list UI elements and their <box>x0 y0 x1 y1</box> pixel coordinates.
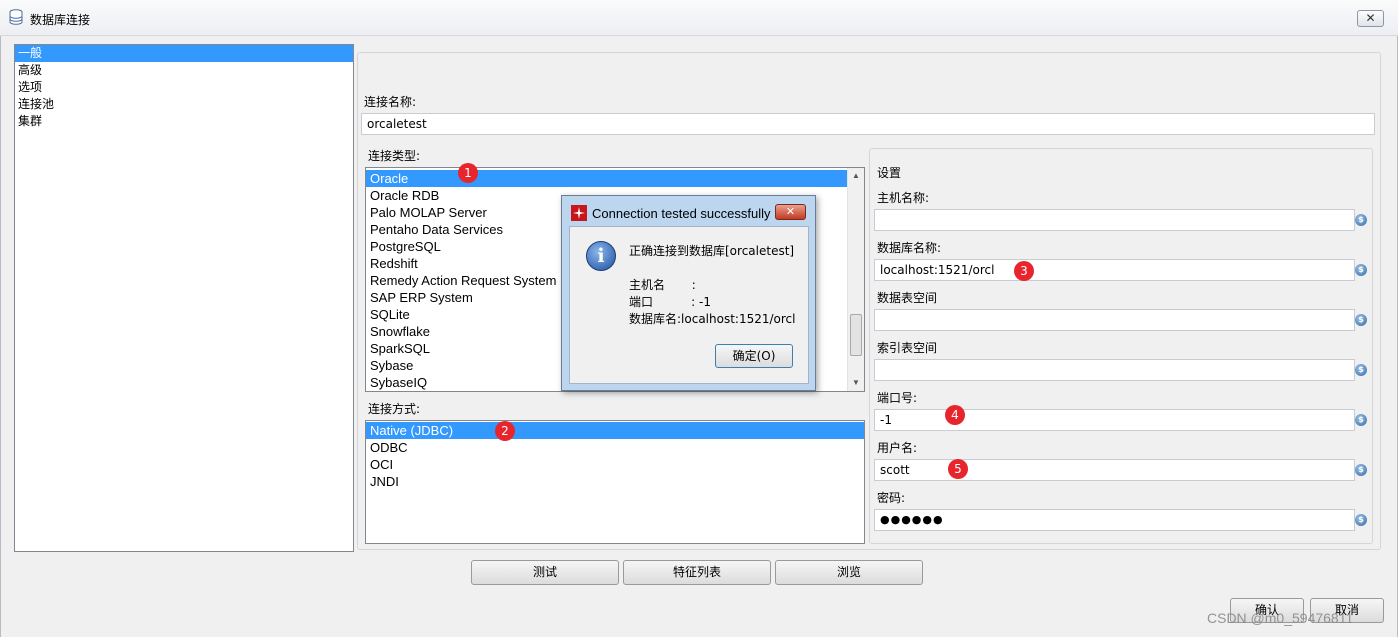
annotation-badge-2: 2 <box>495 421 515 441</box>
list-item[interactable]: ODBC <box>366 439 864 456</box>
watermark: CSDN @m0_59476811 <box>1207 610 1354 626</box>
scroll-thumb[interactable] <box>850 314 862 356</box>
explore-button[interactable]: 浏览 <box>775 560 923 585</box>
settings-panel <box>869 148 1373 544</box>
connection-name-input[interactable]: orcaletest <box>361 113 1375 135</box>
dialog-db-line: 数据库名:localhost:1521/orcl <box>629 312 796 326</box>
variable-icon[interactable]: $ <box>1355 414 1367 426</box>
connection-name-label: 连接名称: <box>364 95 417 109</box>
info-icon: i <box>586 241 616 271</box>
connection-type-label: 连接类型: <box>368 149 421 163</box>
password-label: 密码: <box>877 491 906 505</box>
settings-title: 设置 <box>877 166 902 180</box>
tablespace-label: 数据表空间 <box>877 291 938 305</box>
index-tablespace-input[interactable] <box>874 359 1355 381</box>
scroll-up-icon[interactable]: ▲ <box>848 168 864 184</box>
dialog-ok-button[interactable]: 确定(O) <box>715 344 793 368</box>
annotation-badge-3: 3 <box>1014 261 1034 281</box>
variable-icon[interactable]: $ <box>1355 264 1367 276</box>
database-name-input[interactable]: localhost:1521/orcl <box>874 259 1355 281</box>
dialog-message: 正确连接到数据库[orcaletest] <box>629 244 795 258</box>
host-input[interactable] <box>874 209 1355 231</box>
app-logo-icon <box>571 205 587 221</box>
title-bar: 数据库连接 ✕ <box>0 0 1398 36</box>
variable-icon[interactable]: $ <box>1355 214 1367 226</box>
database-name-label: 数据库名称: <box>877 241 942 255</box>
category-nav: 一般 高级 选项 连接池 集群 <box>14 44 354 552</box>
access-method-label: 连接方式: <box>368 402 421 416</box>
list-item[interactable]: Native (JDBC) <box>366 422 864 439</box>
list-item[interactable]: OCI <box>366 456 864 473</box>
list-item[interactable]: Oracle <box>366 170 847 187</box>
dialog-port-line: 端口 : -1 <box>629 295 711 309</box>
access-method-list[interactable]: Native (JDBC) ODBC OCI JNDI <box>365 420 865 544</box>
port-label: 端口号: <box>877 391 918 405</box>
nav-item-cluster[interactable]: 集群 <box>15 113 353 130</box>
username-input[interactable]: scott <box>874 459 1355 481</box>
annotation-badge-5: 5 <box>948 459 968 479</box>
dialog-body: i 正确连接到数据库[orcaletest] 主机名 : 端口 : -1 数据库… <box>569 226 809 384</box>
username-label: 用户名: <box>877 441 918 455</box>
feature-list-button[interactable]: 特征列表 <box>623 560 771 585</box>
connection-type-scrollbar[interactable]: ▲ ▼ <box>847 168 864 391</box>
window-close-button[interactable]: ✕ <box>1357 10 1384 27</box>
variable-icon[interactable]: $ <box>1355 514 1367 526</box>
list-item[interactable]: JNDI <box>366 473 864 490</box>
index-tablespace-label: 索引表空间 <box>877 341 938 355</box>
password-input[interactable]: ●●●●●● <box>874 509 1355 531</box>
nav-item-advanced[interactable]: 高级 <box>15 62 353 79</box>
nav-item-options[interactable]: 选项 <box>15 79 353 96</box>
dialog-close-button[interactable]: ✕ <box>775 204 806 220</box>
nav-item-pooling[interactable]: 连接池 <box>15 96 353 113</box>
test-result-dialog: Connection tested successfully ✕ i 正确连接到… <box>561 195 816 391</box>
window-title: 数据库连接 <box>30 13 91 27</box>
dialog-host-line: 主机名 : <box>629 278 696 292</box>
tablespace-input[interactable] <box>874 309 1355 331</box>
test-button[interactable]: 测试 <box>471 560 619 585</box>
scroll-down-icon[interactable]: ▼ <box>848 375 864 391</box>
annotation-badge-4: 4 <box>945 405 965 425</box>
database-icon <box>9 9 23 25</box>
nav-item-general[interactable]: 一般 <box>15 45 353 62</box>
variable-icon[interactable]: $ <box>1355 464 1367 476</box>
dialog-title: Connection tested successfully <box>592 206 771 221</box>
variable-icon[interactable]: $ <box>1355 314 1367 326</box>
variable-icon[interactable]: $ <box>1355 364 1367 376</box>
host-label: 主机名称: <box>877 191 930 205</box>
annotation-badge-1: 1 <box>458 163 478 183</box>
